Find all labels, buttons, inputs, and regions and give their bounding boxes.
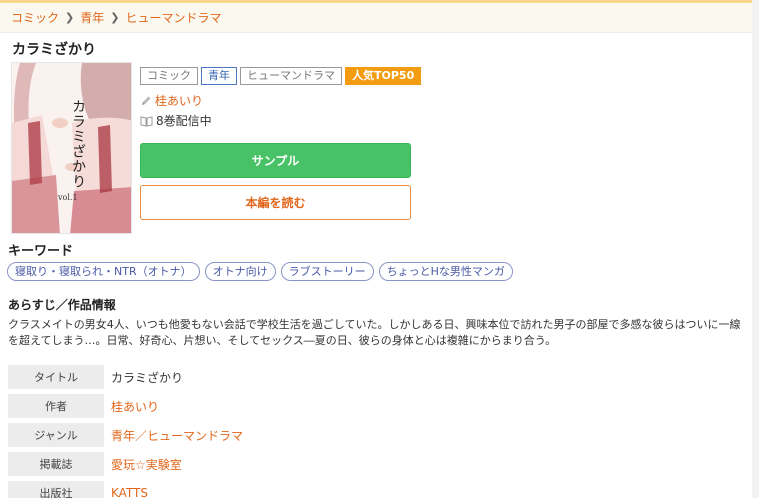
info-row-genre: ジャンル 青年／ヒューマンドラマ [8,423,243,447]
breadcrumb-comic[interactable]: コミック [11,9,59,26]
info-value-title: カラミざかり [111,370,184,385]
tag-comic[interactable]: コミック [140,67,198,85]
info-label: 作者 [8,394,104,418]
info-row-magazine: 掲載誌 愛玩☆実験室 [8,452,182,476]
info-label: タイトル [8,365,104,389]
info-value-magazine-link[interactable]: 愛玩☆実験室 [111,456,182,473]
keyword-adult[interactable]: オトナ向け [204,262,276,281]
synopsis-text: クラスメイトの男女4人、いつも他愛もない会話で学校生活を過ごしていた。しかしある… [8,318,741,347]
keyword-ntr[interactable]: 寝取り・寝取られ・NTR（オトナ） [7,262,200,281]
cover-volume-text: vol.1 [58,193,78,202]
read-button[interactable]: 本編を読む [140,185,411,220]
scrollbar-track[interactable] [752,0,759,498]
tag-popular-top50[interactable]: 人気TOP50 [345,67,422,85]
volume-count: 8巻配信中 [156,114,212,128]
breadcrumb-human-drama[interactable]: ヒューマンドラマ [125,9,221,26]
tag-seinen[interactable]: 青年 [201,67,237,85]
page: コミック ❯ 青年 ❯ ヒューマンドラマ カラミざかり カラミざかり vol.1 [0,0,752,498]
author-line: 桂あいり [140,92,203,109]
tag-list: コミック 青年 ヒューマンドラマ 人気TOP50 [140,67,422,85]
cover-title-text: カラミざかり [70,99,86,189]
page-title: カラミざかり [12,42,96,58]
info-row-author: 作者 桂あいり [8,394,159,418]
keyword-list: 寝取り・寝取られ・NTR（オトナ） オトナ向け ラブストーリー ちょっとHな男性… [7,262,513,281]
chevron-right-icon: ❯ [110,11,120,24]
info-row-title: タイトル カラミざかり [8,365,183,389]
sample-button[interactable]: サンプル [140,143,411,178]
synopsis-heading: あらすじ／作品情報 [8,298,116,312]
keyword-love-story[interactable]: ラブストーリー [280,262,374,281]
info-label: 掲載誌 [8,452,104,476]
info-value-author-link[interactable]: 桂あいり [111,398,159,415]
keyword-heading: キーワード [8,244,74,259]
info-value-publisher-link[interactable]: KATTS [111,486,148,498]
breadcrumb: コミック ❯ 青年 ❯ ヒューマンドラマ [0,3,752,33]
cover-image[interactable]: カラミざかり vol.1 [11,62,132,234]
author-link[interactable]: 桂あいり [155,92,203,109]
chevron-right-icon: ❯ [65,11,75,24]
pen-icon [142,96,151,105]
volume-line: 8巻配信中 [140,112,212,129]
info-row-publisher: 出版社 KATTS [8,481,148,498]
info-value-genre-link[interactable]: 青年／ヒューマンドラマ [111,427,243,444]
tag-human-drama[interactable]: ヒューマンドラマ [240,67,342,85]
info-label: 出版社 [8,481,104,498]
breadcrumb-seinen[interactable]: 青年 [80,9,104,26]
keyword-mens-manga[interactable]: ちょっとHな男性マンガ [378,262,513,281]
book-icon [140,115,153,127]
info-label: ジャンル [8,423,104,447]
